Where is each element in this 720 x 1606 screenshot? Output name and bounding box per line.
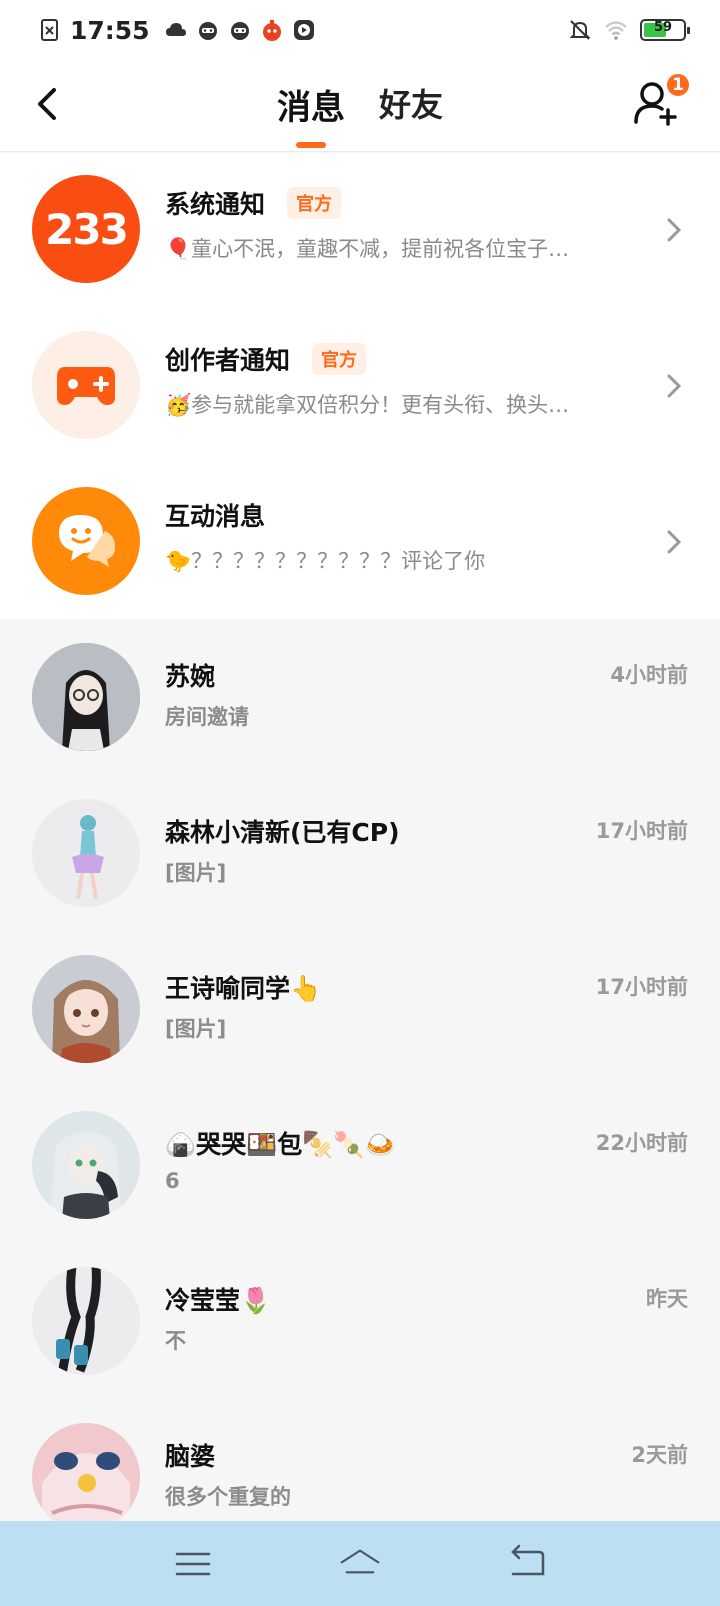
- conversation-preview: [图片]: [165, 861, 227, 885]
- chevron-right-icon: [667, 374, 682, 398]
- notification-title: 创作者通知: [165, 346, 291, 375]
- menu-icon[interactable]: [173, 1544, 213, 1584]
- tab-friends-label: 好友: [378, 86, 443, 124]
- conversation-time: 昨天: [646, 1287, 688, 1311]
- back-nav-icon[interactable]: [507, 1544, 547, 1584]
- chevron-right-icon: [667, 530, 682, 554]
- status-bar: 17:55 59: [0, 0, 720, 60]
- conversation-list: 苏婉 房间邀请 4小时前 森林小清新(已有CP) [图片] 17小时前 王诗喻同…: [0, 621, 720, 1557]
- add-friend-badge: 1: [665, 72, 691, 98]
- conversation-name: 脑婆: [165, 1442, 216, 1471]
- conversation-time: 17小时前: [595, 819, 688, 843]
- conversation-preview: 6: [165, 1169, 180, 1193]
- official-tag: 官方: [287, 187, 342, 219]
- avatar: [32, 799, 140, 907]
- battery-icon: 59: [640, 19, 690, 41]
- notification-title: 系统通知: [165, 190, 266, 219]
- bell-off-icon: [569, 20, 591, 40]
- app-icon: [198, 22, 217, 40]
- notification-interaction[interactable]: 互动消息 🐤？？？？？？？？？？评论了你: [0, 465, 720, 621]
- conversation-item[interactable]: 森林小清新(已有CP) [图片] 17小时前: [0, 777, 720, 933]
- notification-preview: 🥳参与就能拿双倍积分！更有头衔、换头…: [165, 393, 570, 417]
- game-icon: [262, 20, 281, 41]
- notification-preview: 🎈童心不泯，童趣不减，提前祝各位宝子…: [165, 237, 570, 261]
- tab-messages[interactable]: 消息: [276, 80, 345, 148]
- conversation-preview: 房间邀请: [165, 705, 249, 729]
- tab-active-indicator: [295, 142, 326, 148]
- wifi-icon: [605, 21, 627, 40]
- conversation-item[interactable]: 冷莹莹🌷 不 昨天: [0, 1245, 720, 1401]
- conversation-preview: 不: [165, 1329, 186, 1353]
- conversation-item[interactable]: 🍙哭哭🍱包🍢🍡🍛 6 22小时前: [0, 1089, 720, 1245]
- cloud-icon: [165, 23, 186, 36]
- avatar: [32, 1423, 140, 1531]
- battery-level: 59: [653, 20, 673, 35]
- official-tag: 官方: [312, 343, 367, 375]
- sim-off-icon: [41, 19, 58, 41]
- conversation-item[interactable]: 苏婉 房间邀请 4小时前: [0, 621, 720, 777]
- conversation-name: 森林小清新(已有CP): [165, 818, 400, 847]
- conversation-name: 王诗喻同学👆: [165, 974, 322, 1003]
- avatar: [32, 1267, 140, 1375]
- notification-system[interactable]: 233 系统通知 官方 🎈童心不泯，童趣不减，提前祝各位宝子…: [0, 153, 720, 309]
- avatar: [32, 1111, 140, 1219]
- notification-list: 233 系统通知 官方 🎈童心不泯，童趣不减，提前祝各位宝子… 创作者通知 官方…: [0, 153, 720, 619]
- gamepad-icon: [32, 331, 140, 439]
- header: 消息 好友 1: [0, 60, 720, 152]
- system-navigation-bar: [0, 1521, 720, 1606]
- conversation-time: 22小时前: [595, 1131, 688, 1155]
- conversation-name: 苏婉: [165, 662, 216, 691]
- system-233-label: 233: [45, 204, 129, 254]
- conversation-name: 🍙哭哭🍱包🍢🍡🍛: [165, 1130, 396, 1159]
- chat-bubble-icon: [32, 487, 140, 595]
- conversation-item[interactable]: 王诗喻同学👆 [图片] 17小时前: [0, 933, 720, 1089]
- chevron-right-icon: [667, 218, 682, 242]
- avatar: [32, 643, 140, 751]
- conversation-time: 17小时前: [595, 975, 688, 999]
- tab-bar: 消息 好友: [0, 80, 720, 148]
- conversation-preview: 很多个重复的: [165, 1485, 291, 1509]
- home-icon[interactable]: [340, 1544, 380, 1584]
- conversation-name: 冷莹莹🌷: [165, 1286, 272, 1315]
- app-icon: [230, 22, 249, 40]
- status-time: 17:55: [70, 15, 150, 45]
- notification-preview: 🐤？？？？？？？？？？评论了你: [165, 549, 486, 573]
- system-233-icon: 233: [32, 175, 140, 283]
- conversation-time: 2天前: [631, 1443, 688, 1467]
- notification-title: 互动消息: [165, 502, 266, 531]
- video-icon: [293, 20, 314, 40]
- notification-creator[interactable]: 创作者通知 官方 🥳参与就能拿双倍积分！更有头衔、换头…: [0, 309, 720, 465]
- avatar: [32, 955, 140, 1063]
- conversation-time: 4小时前: [610, 663, 688, 687]
- tab-friends[interactable]: 好友: [379, 80, 443, 136]
- tab-messages-label: 消息: [276, 88, 345, 128]
- conversation-preview: [图片]: [165, 1017, 227, 1041]
